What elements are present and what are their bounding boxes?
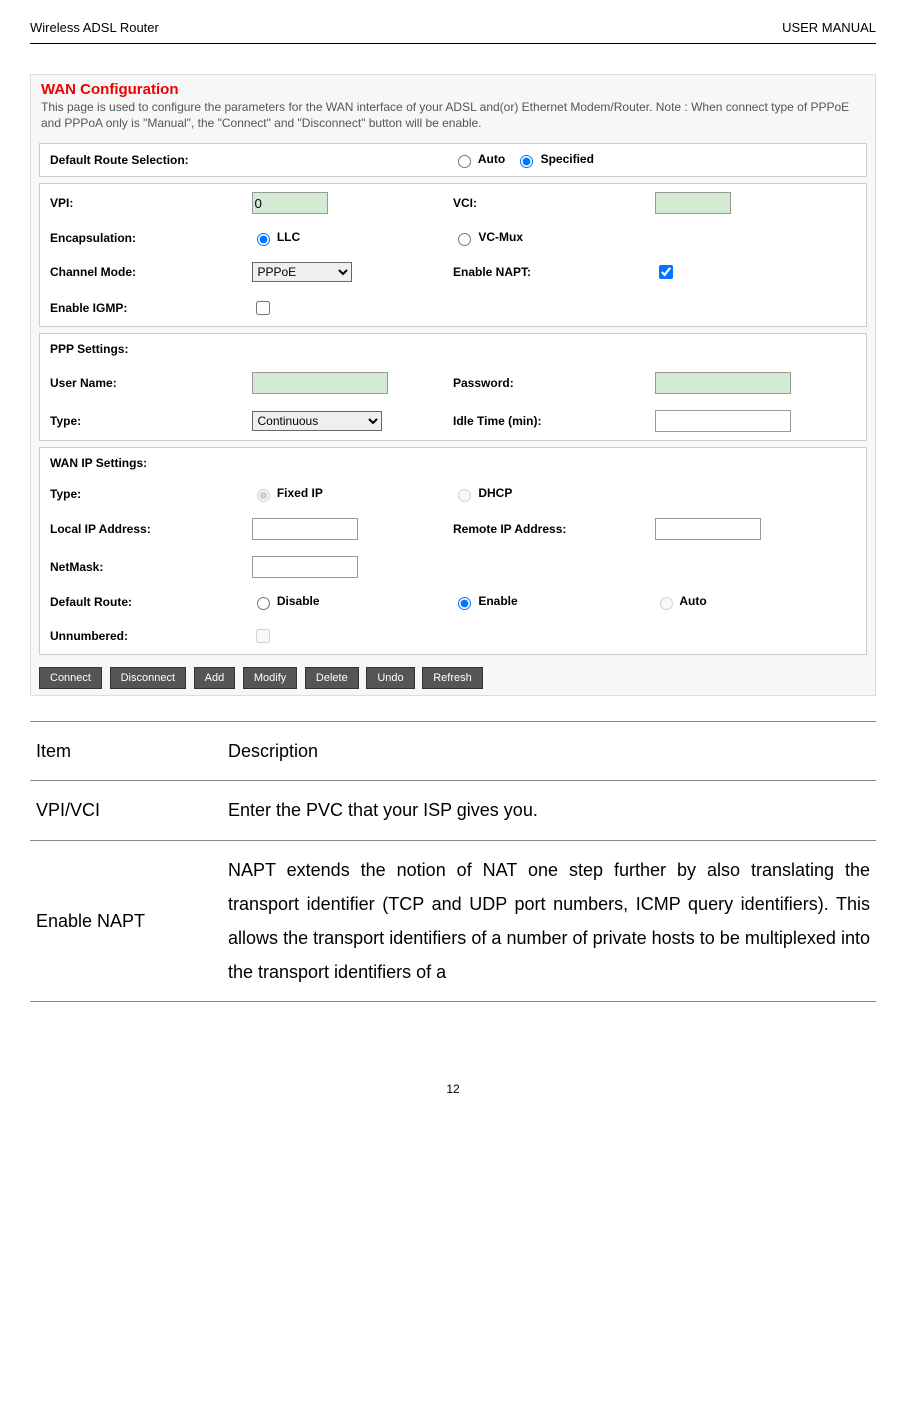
add-button[interactable]: Add [194,667,236,689]
vpivci-desc: Enter the PVC that your ISP gives you. [222,781,876,840]
dhcp-label: DHCP [478,486,512,500]
connect-button[interactable]: Connect [39,667,102,689]
modify-button[interactable]: Modify [243,667,297,689]
header-row: Wireless ADSL Router USER MANUAL [30,20,876,35]
password-label: Password: [453,376,655,390]
localip-input[interactable] [252,518,358,540]
remoteip-input[interactable] [655,518,761,540]
enable-label: Enable [478,594,517,608]
channel-mode-select[interactable]: PPPoE [252,262,352,282]
auto-label: Auto [478,152,505,166]
delete-button[interactable]: Delete [305,667,359,689]
specified-label: Specified [541,152,594,166]
undo-button[interactable]: Undo [366,667,414,689]
vpi-input[interactable] [252,192,328,214]
vpi-label: VPI: [50,196,252,210]
enable-napt-checkbox[interactable] [659,265,673,279]
disable-label: Disable [277,594,320,608]
vcmux-label: VC-Mux [478,230,523,244]
idle-time-input[interactable] [655,410,791,432]
encap-label: Encapsulation: [50,231,252,245]
autoroute-label: Auto [679,594,706,608]
specified-radio[interactable] [520,155,533,168]
napt-item: Enable NAPT [30,840,222,1002]
fixedip-label: Fixed IP [277,486,323,500]
autoroute-radio[interactable] [660,597,673,610]
vci-input[interactable] [655,192,731,214]
wanip-settings-label: WAN IP Settings: [50,456,252,470]
wan-config-panel: WAN Configuration This page is used to c… [30,74,876,696]
desc-header: Description [222,722,876,781]
dhcp-radio[interactable] [458,489,471,502]
enable-radio[interactable] [458,597,471,610]
wan-description: This page is used to configure the param… [41,100,865,131]
default-route-label: Default Route Selection: [50,153,453,167]
table-row: Enable NAPT NAPT extends the notion of N… [30,840,876,1002]
enable-igmp-checkbox[interactable] [256,301,270,315]
wanip-type-label: Type: [50,487,252,501]
llc-label: LLC [277,230,300,244]
channel-mode-label: Channel Mode: [50,265,252,279]
wan-title: WAN Configuration [41,81,865,98]
enable-napt-label: Enable NAPT: [453,265,655,279]
auto-radio[interactable] [458,155,471,168]
username-input[interactable] [252,372,388,394]
username-label: User Name: [50,376,252,390]
vpivci-item: VPI/VCI [30,781,222,840]
type-select[interactable]: Continuous [252,411,382,431]
header-right: USER MANUAL [782,20,876,35]
netmask-input[interactable] [252,556,358,578]
enable-igmp-label: Enable IGMP: [50,301,252,315]
type-label: Type: [50,414,252,428]
header-left: Wireless ADSL Router [30,20,159,35]
ppp-settings-label: PPP Settings: [50,342,252,356]
refresh-button[interactable]: Refresh [422,667,483,689]
item-header: Item [30,722,222,781]
description-table: Item Description VPI/VCI Enter the PVC t… [30,721,876,1002]
table-row: Item Description [30,722,876,781]
napt-desc: NAPT extends the notion of NAT one step … [222,840,876,1002]
header-line [30,43,876,44]
unnumbered-label: Unnumbered: [50,629,252,643]
disable-radio[interactable] [257,597,270,610]
vcmux-radio[interactable] [458,233,471,246]
netmask-label: NetMask: [50,560,252,574]
idle-time-label: Idle Time (min): [453,414,655,428]
password-input[interactable] [655,372,791,394]
remoteip-label: Remote IP Address: [453,522,655,536]
table-row: VPI/VCI Enter the PVC that your ISP give… [30,781,876,840]
disconnect-button[interactable]: Disconnect [110,667,186,689]
vci-label: VCI: [453,196,655,210]
localip-label: Local IP Address: [50,522,252,536]
unnumbered-checkbox[interactable] [256,629,270,643]
page-number: 12 [30,1082,876,1096]
fixedip-radio[interactable] [257,489,270,502]
llc-radio[interactable] [257,233,270,246]
defroute-label: Default Route: [50,595,252,609]
